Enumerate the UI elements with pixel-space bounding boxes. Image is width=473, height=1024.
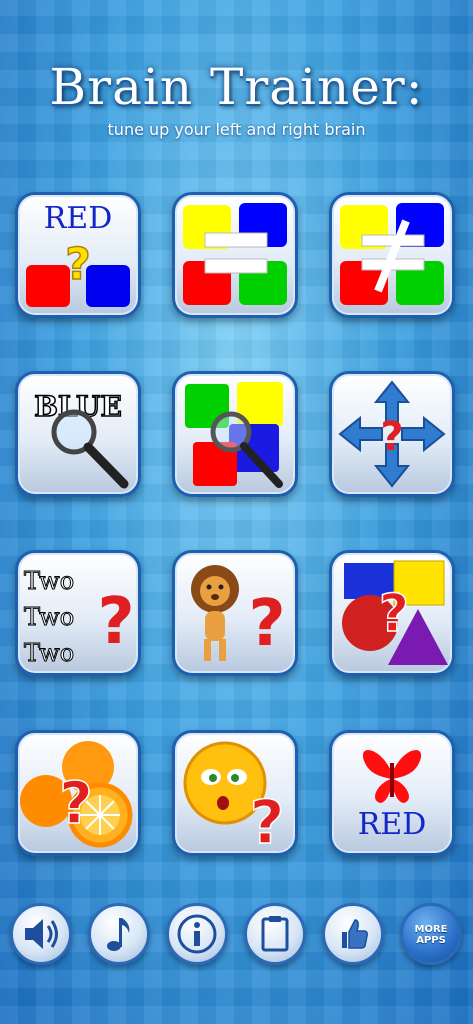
color-search-tile[interactable] xyxy=(172,371,298,497)
svg-text:?: ? xyxy=(59,769,93,837)
oranges-icon: ? xyxy=(20,741,133,848)
word-count-tile[interactable]: Two Two Two ? xyxy=(15,550,141,676)
tile-word-red-2: RED xyxy=(357,807,427,842)
more-apps-button[interactable]: MORE APPS xyxy=(400,903,462,965)
more-apps-line2: APPS xyxy=(416,935,446,946)
app-subtitle: tune up your left and right brain xyxy=(107,120,366,139)
shape-memory-tile[interactable]: ? xyxy=(329,550,455,676)
svg-text:?: ? xyxy=(379,584,409,644)
emotion-game-tile[interactable]: ? xyxy=(172,730,298,856)
color-squares-icon: ? xyxy=(26,238,130,307)
sound-button[interactable] xyxy=(10,903,72,965)
info-icon xyxy=(177,914,217,954)
music-note-icon xyxy=(107,918,130,951)
clipboard-icon xyxy=(261,916,289,952)
more-apps-line1: MORE xyxy=(414,924,448,935)
color-match-not-equal-tile[interactable] xyxy=(329,192,455,318)
memory-picture-tile[interactable]: ? xyxy=(172,550,298,676)
fruit-count-tile[interactable]: ? xyxy=(15,730,141,856)
header: Brain Trainer: tune up your left and rig… xyxy=(0,58,473,139)
color-magnifier-icon xyxy=(185,382,283,488)
butterfly-color-word-tile[interactable]: RED xyxy=(329,730,455,856)
equal-squares-icon xyxy=(183,203,287,305)
music-button[interactable] xyxy=(88,903,150,965)
thinking-smiley-icon: ? xyxy=(183,741,285,853)
clipboard-button[interactable] xyxy=(244,903,306,965)
color-word-game-tile[interactable]: RED ? xyxy=(15,192,141,318)
word-search-tile[interactable]: BLUE xyxy=(15,371,141,497)
direction-arrows-icon: ? xyxy=(338,380,446,488)
color-match-equal-tile[interactable] xyxy=(172,192,298,318)
thumbs-up-icon xyxy=(342,919,368,949)
app-title: Brain Trainer: xyxy=(49,58,424,116)
lion-icon: ? xyxy=(191,565,286,661)
svg-text:?: ? xyxy=(250,788,285,853)
svg-text:?: ? xyxy=(97,585,134,659)
svg-text:?: ? xyxy=(380,414,403,460)
not-equal-squares-icon xyxy=(340,203,444,305)
question-mark-icon: ? xyxy=(97,585,134,659)
info-button[interactable] xyxy=(166,903,228,965)
like-button[interactable] xyxy=(322,903,384,965)
shapes-icon: ? xyxy=(342,560,448,665)
speaker-icon xyxy=(25,919,58,949)
direction-game-tile[interactable]: ? xyxy=(329,371,455,497)
more-apps-label: MORE APPS xyxy=(403,924,459,946)
magnifier-icon xyxy=(51,409,129,489)
svg-text:?: ? xyxy=(65,239,91,290)
svg-text:?: ? xyxy=(248,587,285,661)
